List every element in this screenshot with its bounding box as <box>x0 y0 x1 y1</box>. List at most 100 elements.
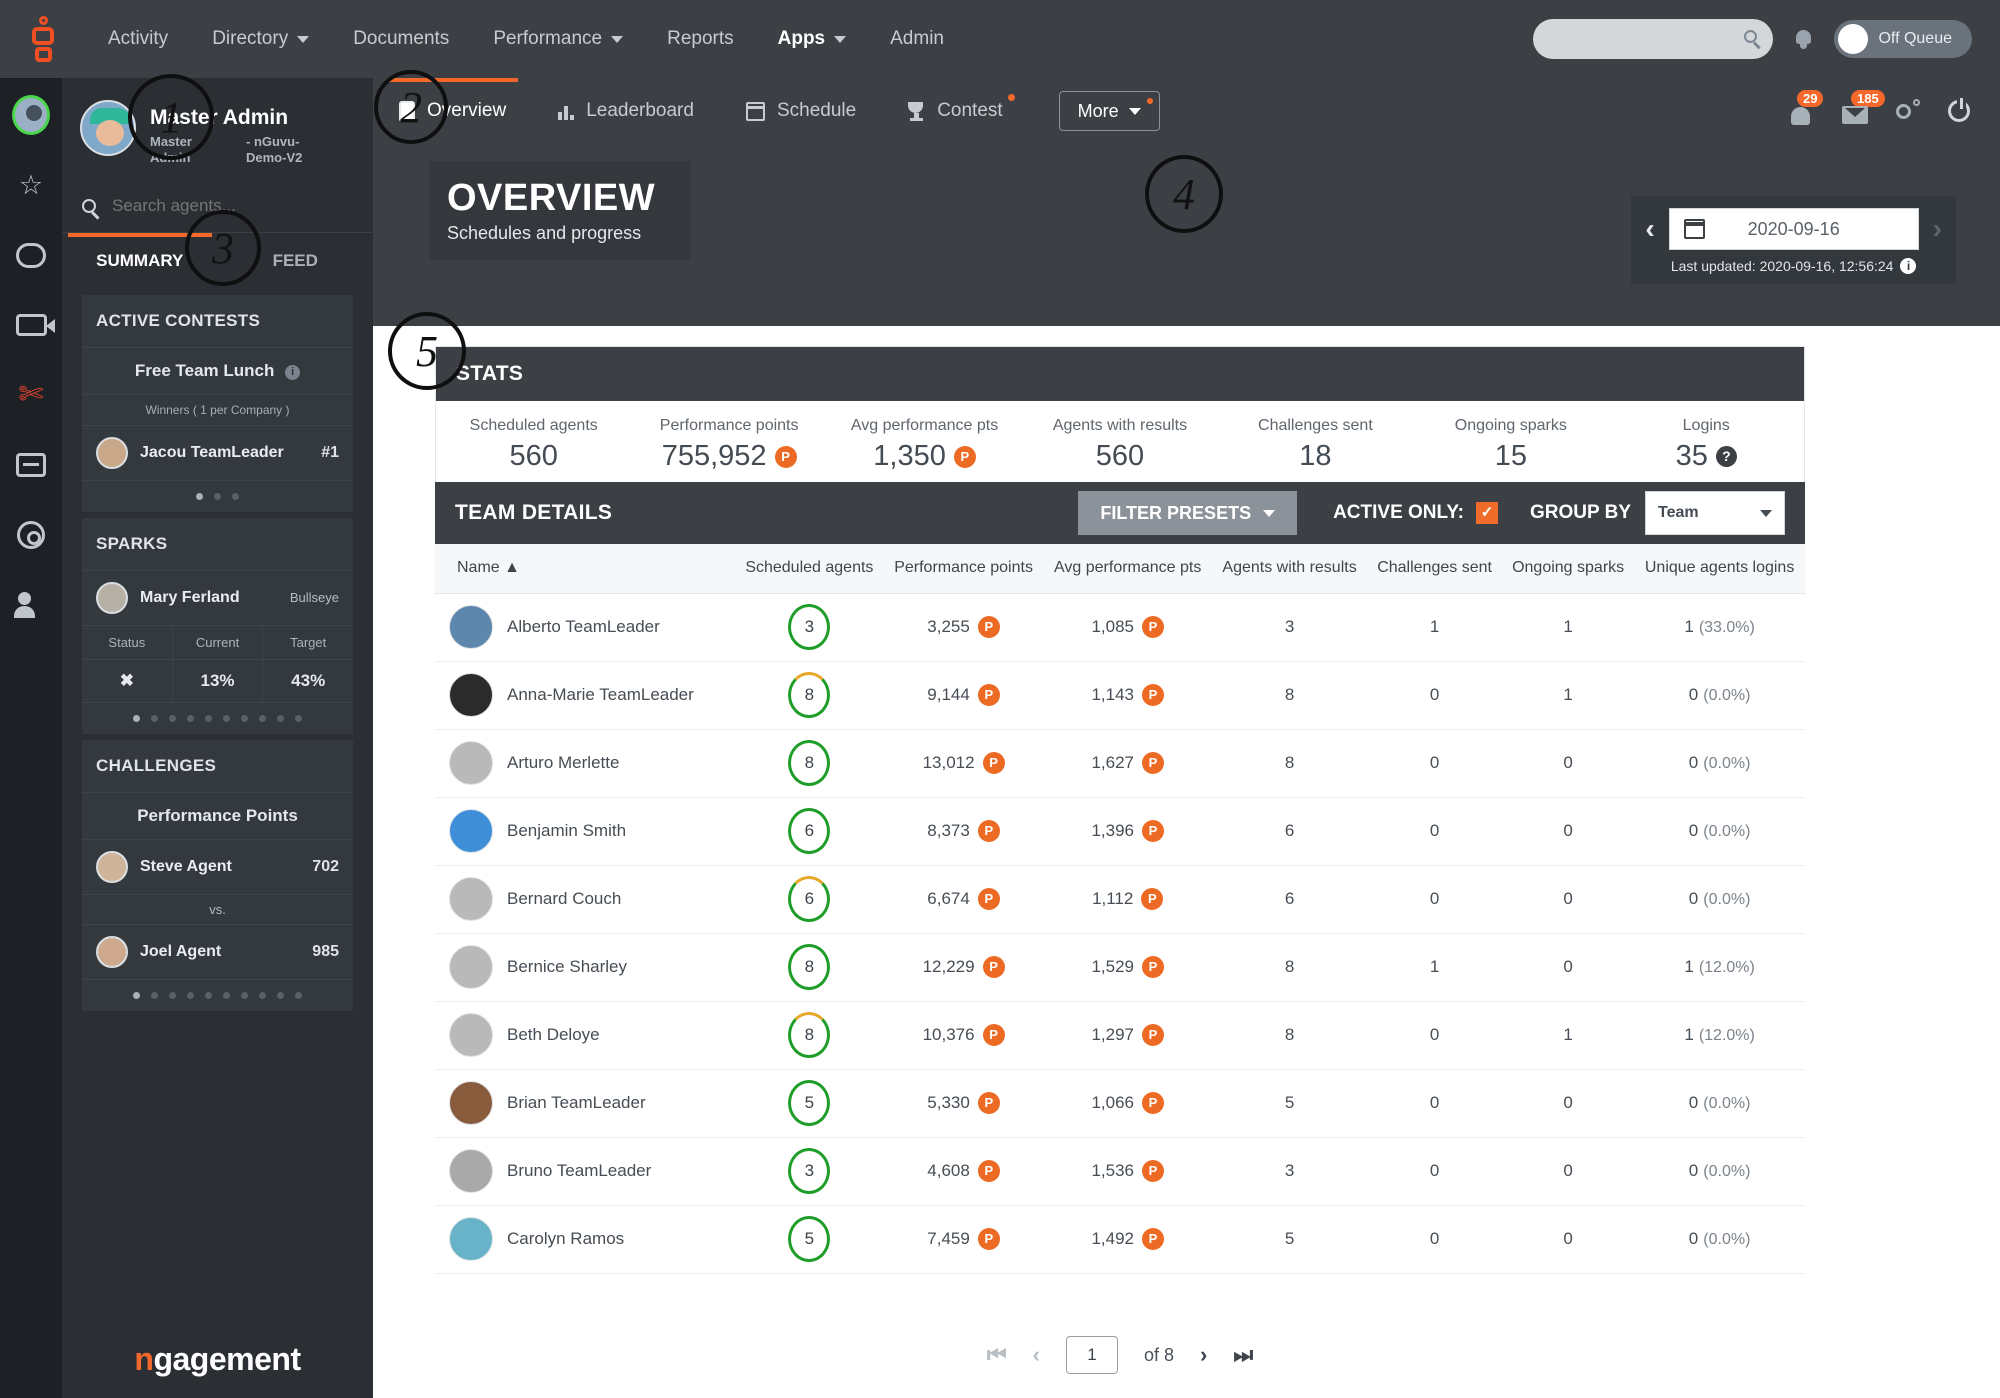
search-agents-input[interactable] <box>112 196 312 216</box>
rail-item-target[interactable] <box>12 516 50 554</box>
nav-item-apps[interactable]: Apps <box>756 0 869 78</box>
tab-leaderboard[interactable]: Leaderboard <box>532 78 720 144</box>
prev-page-button[interactable]: ‹ <box>1033 1342 1040 1368</box>
col-performance-points[interactable]: Performance points <box>883 544 1044 594</box>
sidebar-profile[interactable]: Master Admin Master Admin - nGuvu-Demo-V… <box>62 78 373 181</box>
table-row[interactable]: Anna-Marie TeamLeader 8 9,144 P 1,143 P 8 0 1 0 (0… <box>435 661 1805 730</box>
group-by-select[interactable]: Team <box>1645 491 1785 535</box>
active-only-checkbox[interactable]: ✓ <box>1475 502 1498 524</box>
nav-item-admin[interactable]: Admin <box>868 0 966 78</box>
col-scheduled-agents[interactable]: Scheduled agents <box>735 544 884 594</box>
col-name[interactable]: Name ▲ <box>435 544 735 594</box>
tab-overview[interactable]: Overview <box>373 78 532 144</box>
page-number-input[interactable]: 1 <box>1065 1336 1118 1374</box>
cell-name[interactable]: Carolyn Ramos <box>435 1205 735 1274</box>
power-icon[interactable] <box>1948 98 1970 122</box>
date-input[interactable]: 2020-09-16 <box>1668 208 1919 250</box>
rail-item-inbox[interactable] <box>12 446 50 484</box>
scheduled-ring: 3 <box>788 1148 831 1195</box>
col-agents-with-results[interactable]: Agents with results <box>1212 544 1368 594</box>
nav-item-activity[interactable]: Activity <box>86 0 190 78</box>
carousel-dots[interactable] <box>82 481 353 512</box>
cell-performance-points: 4,608 P <box>883 1137 1044 1206</box>
col-ongoing-sparks[interactable]: Ongoing sparks <box>1502 544 1635 594</box>
last-page-button[interactable]: ⏭ <box>1233 1342 1253 1368</box>
avatar <box>449 673 493 718</box>
cell-ongoing-sparks: 0 <box>1502 729 1635 798</box>
sidebar-tabs: SUMMARY FEED <box>62 232 374 289</box>
cell-name[interactable]: Bernice Sharley <box>435 933 735 1002</box>
page-title-card: OVERVIEW Schedules and progress <box>429 161 691 260</box>
ngagement-logo-icon[interactable] <box>0 16 86 62</box>
spark-agent-row[interactable]: Mary Ferland Bullseye <box>82 571 353 626</box>
sidebar-tab-feed[interactable]: FEED <box>218 233 374 289</box>
rail-item-video[interactable] <box>12 306 55 344</box>
challenge-name[interactable]: Performance Points <box>82 793 353 840</box>
more-tabs-button[interactable]: More <box>1058 91 1160 131</box>
table-row[interactable]: Beth Deloye 8 10,376 P 1,297 P 8 0 1 1 (12.0%) <box>435 1001 1805 1070</box>
notification-bell-icon[interactable] <box>1795 29 1812 49</box>
cell-name[interactable]: Benjamin Smith <box>435 797 735 866</box>
contest-winner-row[interactable]: Jacou TeamLeader #1 <box>82 426 353 481</box>
agent-search-row[interactable] <box>62 181 373 233</box>
table-row[interactable]: Alberto TeamLeader 3 3,255 P 1,085 P 3 1 1 1 (33.0… <box>435 593 1805 662</box>
nav-item-directory[interactable]: Directory <box>190 0 331 78</box>
contest-name-row[interactable]: Free Team Lunch i <box>82 348 353 395</box>
rail-item-chat[interactable] <box>12 236 50 274</box>
challenge-right-agent-row[interactable]: Joel Agent 985 <box>82 925 353 980</box>
table-row[interactable]: Brian TeamLeader 5 5,330 P 1,066 P 5 0 0 0 (0.0%) <box>435 1069 1805 1138</box>
queue-status-toggle[interactable]: Off Queue <box>1834 20 1972 58</box>
filter-presets-button[interactable]: FILTER PRESETS <box>1078 491 1298 535</box>
date-next-button[interactable]: › <box>1933 215 1942 243</box>
info-icon[interactable]: i <box>1900 258 1917 274</box>
table-row[interactable]: Bernice Sharley 8 12,229 P 1,529 P 8 1 0 1 (12.0%) <box>435 933 1805 1002</box>
cell-name[interactable]: Bernard Couch <box>435 865 735 934</box>
rail-item-profile[interactable] <box>12 95 50 135</box>
info-icon[interactable]: i <box>285 364 301 380</box>
tab-schedule[interactable]: Schedule <box>720 78 882 144</box>
col-unique-agents-logins[interactable]: Unique agents logins <box>1634 544 1805 594</box>
table-row[interactable]: Arturo Merlette 8 13,012 P 1,627 P 8 0 0 0 (0.0%) <box>435 729 1805 798</box>
table-row[interactable]: Bruno TeamLeader 3 4,608 P 1,536 P 3 0 0 0 (0.0%) <box>435 1137 1805 1206</box>
nav-item-reports[interactable]: Reports <box>645 0 756 78</box>
messages-button[interactable]: 185 <box>1842 90 1885 125</box>
cell-name[interactable]: Arturo Merlette <box>435 729 735 798</box>
agent-name: Anna-Marie TeamLeader <box>507 685 694 705</box>
table-row[interactable]: Bernard Couch 6 6,674 P 1,112 P 6 0 0 0 (0.0%) <box>435 865 1805 934</box>
date-prev-button[interactable]: ‹ <box>1645 215 1654 243</box>
rail-item-favorites[interactable]: ☆ <box>12 166 50 204</box>
rail-item-scissors[interactable]: ✄ <box>12 376 50 414</box>
cell-name[interactable]: Beth Deloye <box>435 1001 735 1070</box>
cell-challenges-sent: 0 <box>1367 1137 1503 1206</box>
nav-item-performance[interactable]: Performance <box>471 0 645 78</box>
avatar <box>96 935 128 968</box>
carousel-dots[interactable] <box>82 980 353 1011</box>
nav-item-documents[interactable]: Documents <box>331 0 471 78</box>
col-challenges-sent[interactable]: Challenges sent <box>1367 544 1503 594</box>
first-page-button[interactable]: ⏮ <box>987 1342 1007 1368</box>
global-search-input[interactable] <box>1533 19 1774 59</box>
active-only-control[interactable]: ACTIVE ONLY: ✓ <box>1333 502 1498 524</box>
challenge-left-agent-row[interactable]: Steve Agent 702 <box>82 840 353 895</box>
notifications-button[interactable]: 29 <box>1788 90 1824 125</box>
stat-value: 18 <box>1299 440 1332 472</box>
cell-name[interactable]: Alberto TeamLeader <box>435 593 735 662</box>
tab-contest[interactable]: Contest <box>882 78 1028 144</box>
rail-item-people[interactable] <box>12 586 50 624</box>
stat-performance-points: Performance points 755,952 P <box>631 417 826 473</box>
carousel-dots[interactable] <box>82 703 353 734</box>
col-avg-performance-pts[interactable]: Avg performance pts <box>1043 544 1212 594</box>
table-row[interactable]: Carolyn Ramos 5 7,459 P 1,492 P 5 0 0 0 (0.0%) <box>435 1205 1805 1274</box>
gear-icon[interactable] <box>1896 99 1920 123</box>
cell-performance-points: 10,376 P <box>883 1001 1044 1070</box>
help-icon[interactable]: ? <box>1715 446 1737 467</box>
scheduled-ring: 5 <box>788 1216 831 1263</box>
target-icon <box>17 521 45 549</box>
challenge-left-name: Steve Agent <box>140 857 232 875</box>
next-page-button[interactable]: › <box>1200 1342 1207 1368</box>
table-row[interactable]: Benjamin Smith 6 8,373 P 1,396 P 6 0 0 0 (0.0%) <box>435 797 1805 866</box>
cell-name[interactable]: Bruno TeamLeader <box>435 1137 735 1206</box>
cell-name[interactable]: Anna-Marie TeamLeader <box>435 661 735 730</box>
cell-name[interactable]: Brian TeamLeader <box>435 1069 735 1138</box>
sidebar-tab-summary[interactable]: SUMMARY <box>62 232 218 289</box>
